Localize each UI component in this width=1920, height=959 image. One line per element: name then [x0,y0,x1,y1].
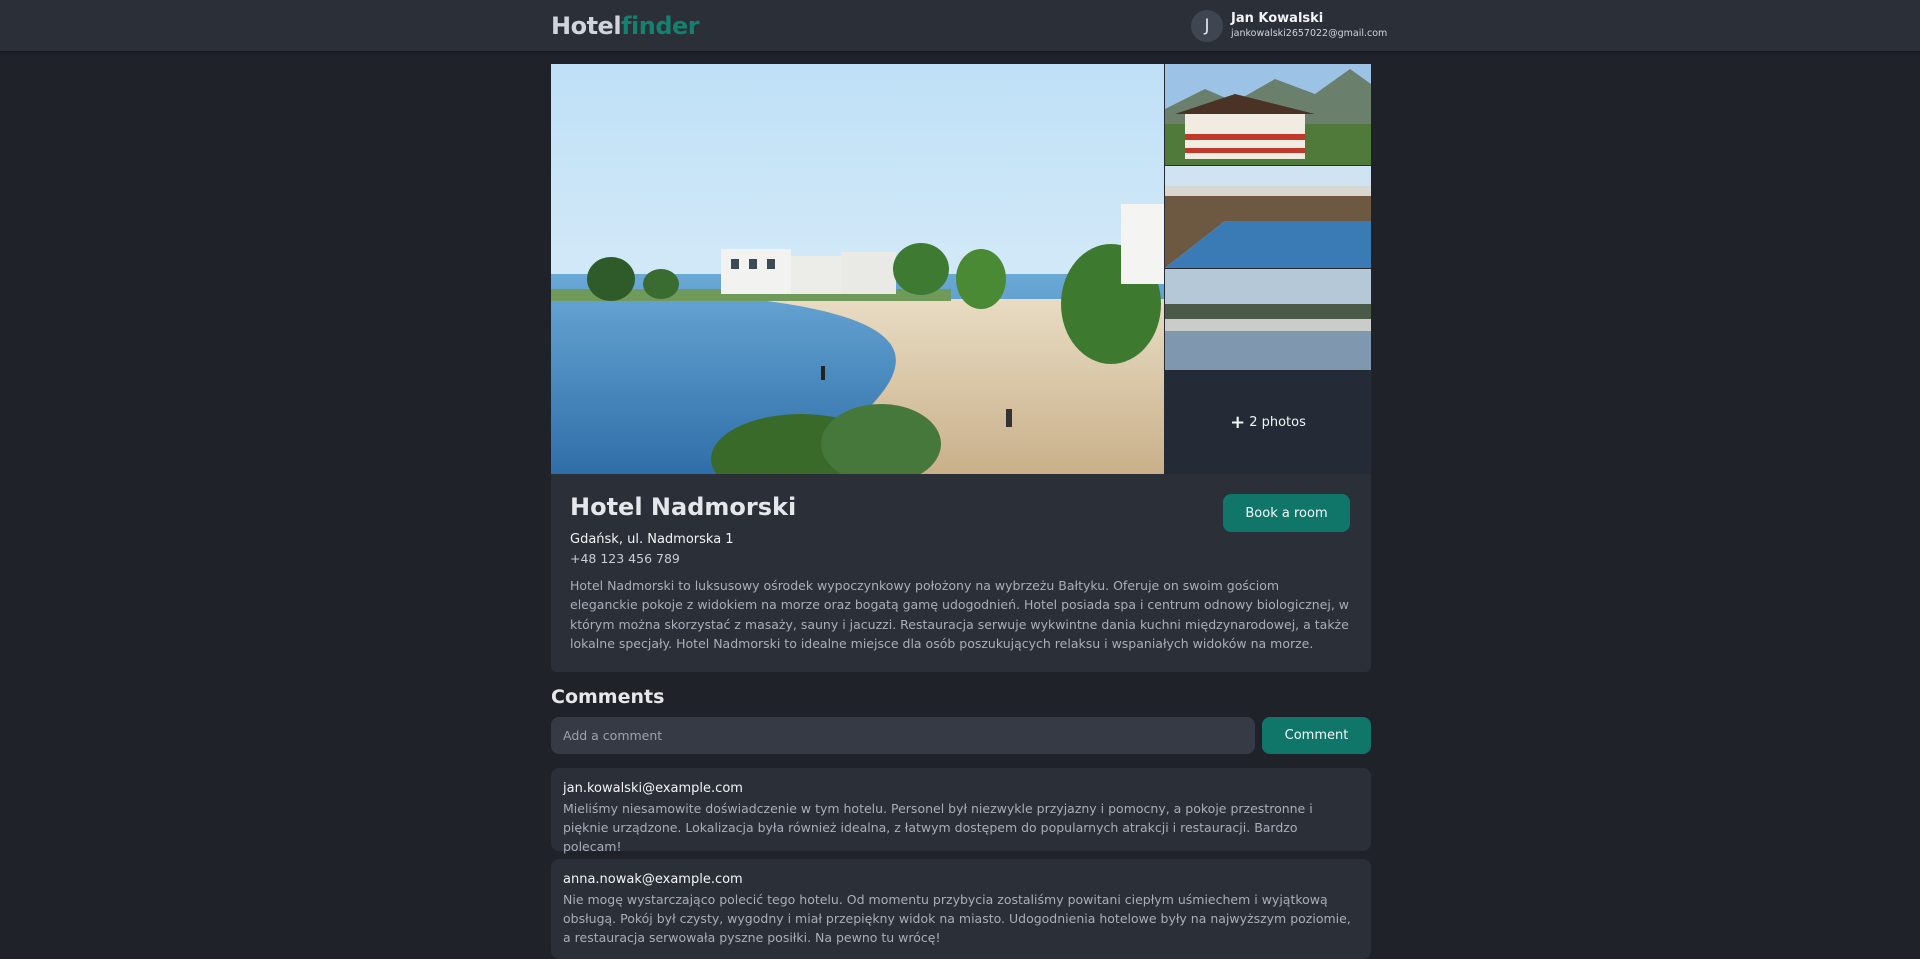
harbor-image [1165,269,1371,370]
book-room-button[interactable]: Book a room [1223,494,1350,532]
thumbnail-coast[interactable] [1165,166,1371,268]
thumbnail-harbor[interactable] [1165,269,1371,370]
comment-item: anna.nowak@example.com Nie mogę wystarcz… [551,859,1371,959]
plus-icon: + [1230,412,1246,433]
photo-gallery: + 2 photos [551,64,1371,474]
logo-text-finder: finder [621,12,700,40]
comment-submit-button[interactable]: Comment [1262,717,1371,754]
comment-text: Mieliśmy niesamowite doświadczenie w tym… [563,801,1313,854]
hotel-address: Gdańsk, ul. Nadmorska 1 [570,532,734,547]
comment-text: Nie mogę wystarczająco polecić tego hote… [563,892,1351,945]
user-info: Jan Kowalski jankowalski2657022@gmail.co… [1231,11,1387,41]
logo[interactable]: Hotelfinder [551,12,700,40]
comments-heading: Comments [551,686,665,708]
comment-input[interactable] [551,717,1255,754]
coast-image [1165,166,1371,268]
user-name: Jan Kowalski [1231,11,1324,26]
top-navbar: Hotelfinder J Jan Kowalski jankowalski26… [0,0,1920,51]
hotel-name: Hotel Nadmorski [570,493,797,521]
thumbnail-chalet[interactable] [1165,64,1371,165]
avatar[interactable]: J [1191,10,1223,42]
beach-scene-image [551,64,1164,474]
more-photos-label: 2 photos [1249,415,1306,430]
hotel-info-card: Hotel Nadmorski Book a room Gdańsk, ul. … [551,474,1371,672]
hotel-phone: +48 123 456 789 [570,551,680,566]
main-hotel-photo[interactable] [551,64,1164,474]
hotel-description: Hotel Nadmorski to luksusowy ośrodek wyp… [570,578,1350,651]
chalet-image [1165,64,1371,165]
comment-author: anna.nowak@example.com [563,872,743,887]
comment-item: jan.kowalski@example.com Mieliśmy niesam… [551,768,1371,854]
user-menu[interactable]: J Jan Kowalski jankowalski2657022@gmail.… [1191,10,1387,42]
logo-text-hotel: Hotel [551,12,622,40]
user-email: jankowalski2657022@gmail.com [1231,28,1388,39]
comment-author: jan.kowalski@example.com [563,781,743,796]
more-photos-button[interactable]: + 2 photos [1165,371,1371,474]
